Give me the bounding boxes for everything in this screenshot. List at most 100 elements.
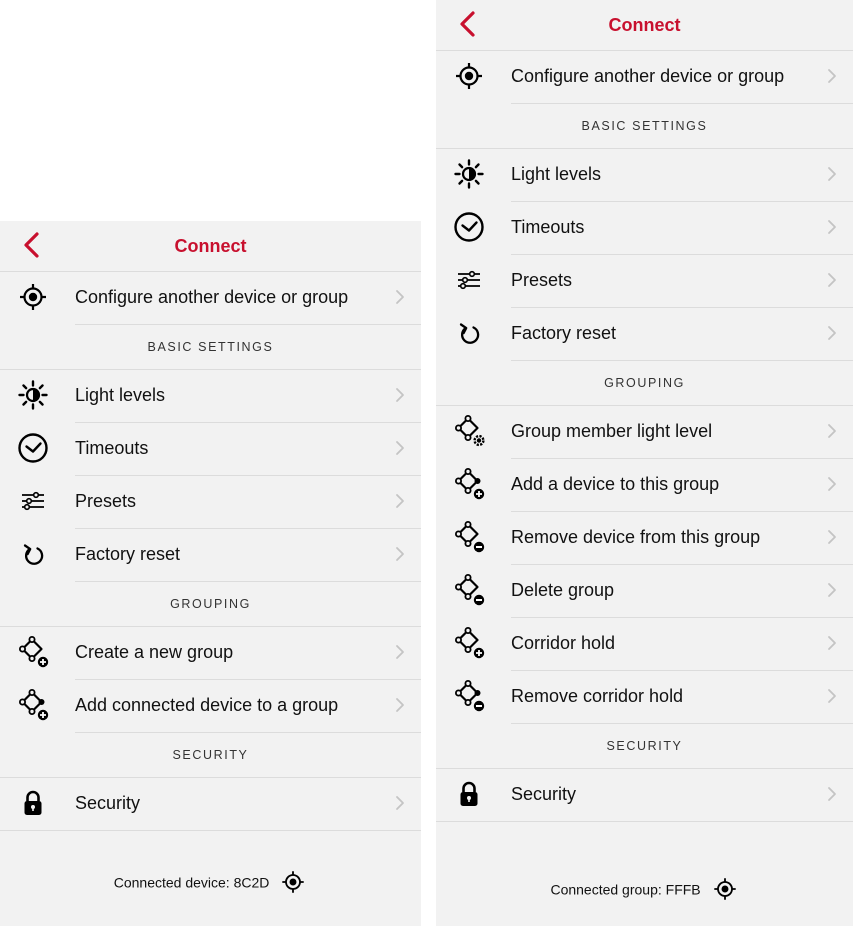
left-screen: Connect Configure another device or grou… [0, 221, 421, 926]
chevron-right-icon [396, 290, 404, 304]
chevron-right-icon [396, 441, 404, 455]
group-delete-icon [454, 573, 486, 607]
chevron-right-icon [828, 583, 836, 597]
section-header-security: SECURITY [0, 732, 421, 777]
section-header-basic-settings: BASIC SETTINGS [0, 324, 421, 369]
device-add-to-group-icon [454, 467, 486, 501]
connected-group-text: Connected group: FFFB [550, 881, 701, 898]
chevron-right-icon [828, 69, 836, 83]
row-label: Add connected device to a group [75, 695, 339, 715]
row-label: Timeouts [511, 217, 585, 237]
row-label: Light levels [75, 385, 166, 405]
configure-another-row[interactable]: Configure another device or group [436, 50, 853, 103]
section-header-grouping: GROUPING [436, 360, 853, 405]
connection-status: Connected device: 8C2D [0, 867, 421, 896]
timeouts-row[interactable]: Timeouts [0, 422, 421, 475]
device-remove-from-group-icon [454, 520, 486, 554]
row-label: Create a new group [75, 642, 234, 662]
row-label: Timeouts [75, 438, 149, 458]
configure-another-row[interactable]: Configure another device or group [0, 271, 421, 324]
presets-row[interactable]: Presets [0, 475, 421, 528]
chevron-right-icon [828, 636, 836, 650]
divider [0, 830, 421, 831]
reset-icon [459, 323, 480, 344]
chevron-right-icon [396, 698, 404, 712]
chevron-right-icon [828, 273, 836, 287]
light-level-icon [454, 159, 484, 189]
section-header-security: SECURITY [436, 723, 853, 768]
section-header-grouping: GROUPING [0, 581, 421, 626]
row-label: Factory reset [511, 323, 617, 343]
corridor-hold-icon [454, 626, 486, 660]
nav-bar: Connect [0, 221, 421, 271]
row-label: Add a device to this group [511, 474, 720, 494]
remove-corridor-hold-row[interactable]: Remove corridor hold [436, 670, 853, 723]
chevron-right-icon [828, 424, 836, 438]
factory-reset-row[interactable]: Factory reset [436, 307, 853, 360]
row-label: Factory reset [75, 544, 181, 564]
remove-device-from-group-row[interactable]: Remove device from this group [436, 511, 853, 564]
corridor-hold-row[interactable]: Corridor hold [436, 617, 853, 670]
chevron-right-icon [396, 796, 404, 810]
lock-icon [459, 781, 479, 808]
security-row[interactable]: Security [0, 777, 421, 830]
chevron-right-icon [396, 388, 404, 402]
delete-group-row[interactable]: Delete group [436, 564, 853, 617]
right-screen: Connect Configure another device or grou… [436, 0, 853, 926]
locate-target-icon[interactable] [279, 868, 307, 896]
light-levels-row[interactable]: Light levels [0, 369, 421, 422]
row-label: Configure another device or group [511, 66, 785, 86]
timeouts-row[interactable]: Timeouts [436, 201, 853, 254]
clock-icon [454, 212, 484, 242]
chevron-right-icon [828, 530, 836, 544]
locate-target-icon [454, 61, 484, 91]
row-label: Light levels [511, 164, 602, 184]
chevron-right-icon [828, 689, 836, 703]
chevron-right-icon [396, 547, 404, 561]
add-device-to-group-row[interactable]: Add a device to this group [436, 458, 853, 511]
light-levels-row[interactable]: Light levels [436, 148, 853, 201]
chevron-right-icon [828, 220, 836, 234]
divider [436, 821, 853, 822]
chevron-right-icon [828, 167, 836, 181]
chevron-right-icon [396, 494, 404, 508]
locate-target-icon[interactable] [711, 875, 739, 903]
row-label: Security [511, 784, 577, 804]
locate-target-icon [18, 282, 48, 312]
section-header-basic-settings: BASIC SETTINGS [436, 103, 853, 148]
factory-reset-row[interactable]: Factory reset [0, 528, 421, 581]
page-title: Connect [608, 15, 681, 35]
device-add-to-group-icon [18, 688, 50, 722]
sliders-icon [457, 270, 481, 290]
group-add-icon [18, 635, 50, 669]
row-label: Presets [75, 491, 137, 511]
reset-icon [23, 544, 44, 565]
group-member-light-level-row[interactable]: Group member light level [436, 405, 853, 458]
add-connected-device-row[interactable]: Add connected device to a group [0, 679, 421, 732]
row-label: Group member light level [511, 421, 713, 441]
connected-device-text: Connected device: 8C2D [113, 874, 270, 891]
lock-icon [23, 790, 43, 817]
row-label: Security [75, 793, 141, 813]
clock-icon [18, 433, 48, 463]
connection-status: Connected group: FFFB [436, 874, 853, 903]
sliders-icon [21, 491, 45, 511]
row-label: Presets [511, 270, 573, 290]
light-level-icon [18, 380, 48, 410]
row-label: Remove device from this group [511, 527, 761, 547]
create-new-group-row[interactable]: Create a new group [0, 626, 421, 679]
group-settings-icon [454, 414, 485, 447]
nav-bar: Connect [436, 0, 853, 50]
presets-row[interactable]: Presets [436, 254, 853, 307]
row-label: Configure another device or group [75, 287, 349, 307]
chevron-right-icon [828, 477, 836, 491]
page-title: Connect [174, 236, 247, 256]
chevron-right-icon [396, 645, 404, 659]
chevron-right-icon [828, 787, 836, 801]
row-label: Delete group [511, 580, 615, 600]
row-label: Corridor hold [511, 633, 616, 653]
chevron-right-icon [828, 326, 836, 340]
security-row[interactable]: Security [436, 768, 853, 821]
row-label: Remove corridor hold [511, 686, 684, 706]
remove-corridor-hold-icon [454, 679, 486, 713]
